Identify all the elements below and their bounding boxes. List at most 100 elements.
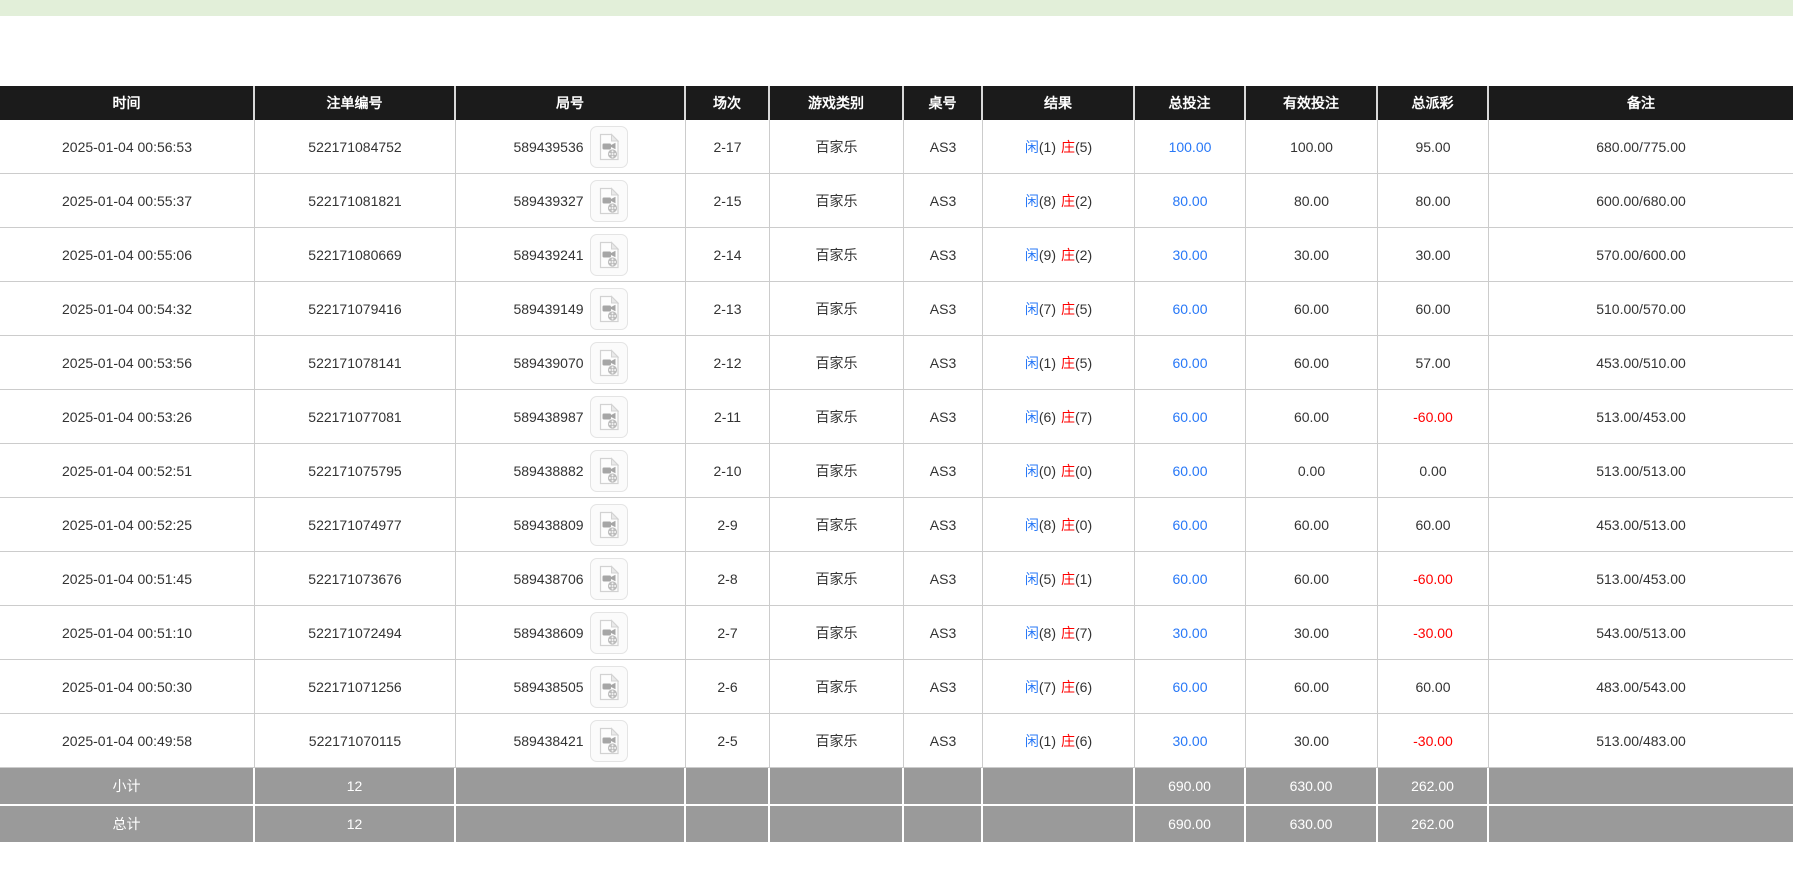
- total-bet-link[interactable]: 60.00: [1172, 463, 1207, 479]
- player-result-score: (8): [1039, 625, 1056, 641]
- summary-empty-game-type: [770, 806, 904, 842]
- video-replay-button[interactable]: [590, 504, 628, 546]
- summary-empty-remark: [1489, 806, 1793, 842]
- cell-order-no: 522171079416: [255, 282, 456, 336]
- cell-round-no: 589438987: [456, 390, 686, 444]
- cell-payout: -30.00: [1378, 714, 1489, 768]
- total-bet-link[interactable]: 60.00: [1172, 355, 1207, 371]
- cell-result: 闲(6)庄(7): [983, 390, 1135, 444]
- cell-time: 2025-01-04 00:50:30: [0, 660, 255, 714]
- cell-valid-bet: 60.00: [1246, 336, 1378, 390]
- total-bet-link[interactable]: 60.00: [1172, 517, 1207, 533]
- player-result-label: 闲: [1025, 623, 1039, 643]
- table-row: 2025-01-04 00:53:56 522171078141 5894390…: [0, 336, 1793, 390]
- cell-valid-bet: 80.00: [1246, 174, 1378, 228]
- cell-remark: 483.00/543.00: [1489, 660, 1793, 714]
- video-replay-button[interactable]: [590, 558, 628, 600]
- summary-label: 总计: [0, 806, 255, 842]
- round-number: 589439536: [513, 139, 583, 155]
- summary-empty-round: [456, 806, 686, 842]
- banker-result-label: 庄: [1061, 407, 1075, 427]
- player-result-score: (5): [1039, 571, 1056, 587]
- cell-table-no: AS3: [904, 714, 983, 768]
- total-bet-link[interactable]: 80.00: [1172, 193, 1207, 209]
- video-replay-button[interactable]: [590, 666, 628, 708]
- round-number: 589439149: [513, 301, 583, 317]
- cell-remark: 680.00/775.00: [1489, 120, 1793, 174]
- total-bet-link[interactable]: 60.00: [1172, 301, 1207, 317]
- cell-remark: 453.00/510.00: [1489, 336, 1793, 390]
- cell-session: 2-14: [686, 228, 770, 282]
- cell-payout: 80.00: [1378, 174, 1489, 228]
- cell-result: 闲(1)庄(5): [983, 336, 1135, 390]
- video-file-icon: [597, 133, 621, 161]
- total-bet-link[interactable]: 30.00: [1172, 247, 1207, 263]
- total-bet-link[interactable]: 30.00: [1172, 733, 1207, 749]
- col-header-time: 时间: [0, 86, 255, 120]
- banker-result-score: (6): [1075, 733, 1092, 749]
- cell-result: 闲(8)庄(2): [983, 174, 1135, 228]
- cell-total-bet: 30.00: [1135, 228, 1246, 282]
- cell-time: 2025-01-04 00:54:32: [0, 282, 255, 336]
- cell-payout: 30.00: [1378, 228, 1489, 282]
- cell-valid-bet: 60.00: [1246, 390, 1378, 444]
- video-replay-button[interactable]: [590, 612, 628, 654]
- video-replay-button[interactable]: [590, 342, 628, 384]
- cell-time: 2025-01-04 00:55:37: [0, 174, 255, 228]
- cell-game-type: 百家乐: [770, 336, 904, 390]
- cell-result: 闲(1)庄(6): [983, 714, 1135, 768]
- video-file-icon: [597, 511, 621, 539]
- video-file-icon: [597, 457, 621, 485]
- cell-round-no: 589439327: [456, 174, 686, 228]
- top-green-bar: [0, 0, 1793, 16]
- table-row: 2025-01-04 00:55:37 522171081821 5894393…: [0, 174, 1793, 228]
- summary-row: 总计 12 690.00 630.00 262.00: [0, 806, 1793, 842]
- cell-payout: 60.00: [1378, 498, 1489, 552]
- total-bet-link[interactable]: 60.00: [1172, 679, 1207, 695]
- video-replay-button[interactable]: [590, 288, 628, 330]
- cell-session: 2-13: [686, 282, 770, 336]
- summary-valid-bet: 630.00: [1246, 806, 1378, 842]
- cell-order-no: 522171074977: [255, 498, 456, 552]
- cell-table-no: AS3: [904, 660, 983, 714]
- cell-table-no: AS3: [904, 606, 983, 660]
- total-bet-link[interactable]: 100.00: [1169, 139, 1212, 155]
- col-header-session: 场次: [686, 86, 770, 120]
- video-replay-button[interactable]: [590, 396, 628, 438]
- video-replay-button[interactable]: [590, 180, 628, 222]
- player-result-score: (1): [1039, 733, 1056, 749]
- player-result-label: 闲: [1025, 299, 1039, 319]
- cell-valid-bet: 30.00: [1246, 714, 1378, 768]
- cell-round-no: 589438706: [456, 552, 686, 606]
- video-replay-button[interactable]: [590, 450, 628, 492]
- table-body: 2025-01-04 00:56:53 522171084752 5894395…: [0, 120, 1793, 768]
- summary-count: 12: [255, 806, 456, 842]
- summary-total-bet: 690.00: [1135, 768, 1246, 804]
- player-result-score: (1): [1039, 355, 1056, 371]
- cell-time: 2025-01-04 00:52:51: [0, 444, 255, 498]
- bet-records-table: 时间 注单编号 局号 场次 游戏类别 桌号 结果 总投注 有效投注 总派彩 备注…: [0, 86, 1793, 842]
- cell-payout: 60.00: [1378, 660, 1489, 714]
- banker-result-label: 庄: [1061, 731, 1075, 751]
- cell-total-bet: 80.00: [1135, 174, 1246, 228]
- cell-result: 闲(1)庄(5): [983, 120, 1135, 174]
- cell-game-type: 百家乐: [770, 606, 904, 660]
- cell-payout: -30.00: [1378, 606, 1489, 660]
- video-file-icon: [597, 565, 621, 593]
- total-bet-link[interactable]: 30.00: [1172, 625, 1207, 641]
- video-replay-button[interactable]: [590, 720, 628, 762]
- cell-session: 2-12: [686, 336, 770, 390]
- banker-result-label: 庄: [1061, 245, 1075, 265]
- cell-result: 闲(5)庄(1): [983, 552, 1135, 606]
- summary-label: 小计: [0, 768, 255, 804]
- total-bet-link[interactable]: 60.00: [1172, 571, 1207, 587]
- round-number: 589438421: [513, 733, 583, 749]
- cell-result: 闲(7)庄(6): [983, 660, 1135, 714]
- video-replay-button[interactable]: [590, 234, 628, 276]
- cell-round-no: 589438421: [456, 714, 686, 768]
- total-bet-link[interactable]: 60.00: [1172, 409, 1207, 425]
- cell-time: 2025-01-04 00:53:56: [0, 336, 255, 390]
- cell-result: 闲(0)庄(0): [983, 444, 1135, 498]
- video-replay-button[interactable]: [590, 126, 628, 168]
- cell-valid-bet: 30.00: [1246, 606, 1378, 660]
